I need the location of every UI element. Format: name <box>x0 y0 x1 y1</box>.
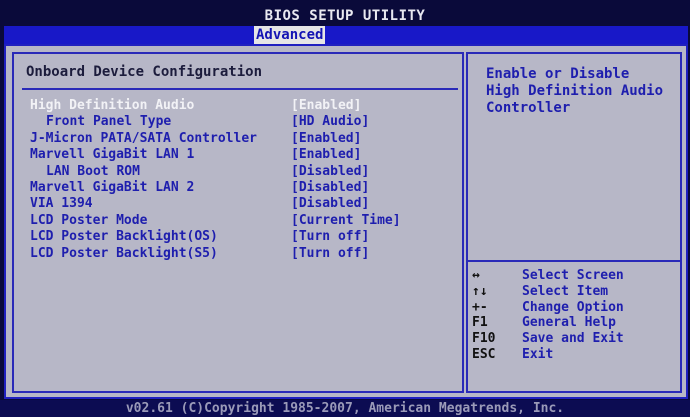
key-legend-item: ↑↓ Select Item <box>468 284 680 300</box>
setting-label: VIA 1394 <box>30 196 93 212</box>
setting-high-definition-audio[interactable]: High Definition Audio [Enabled] <box>14 98 462 114</box>
help-line: Controller <box>486 100 571 116</box>
key-label: F1 <box>472 315 488 331</box>
setting-value[interactable]: [Disabled] <box>291 164 369 180</box>
setting-front-panel-type[interactable]: Front Panel Type [HD Audio] <box>14 114 462 130</box>
setting-value[interactable]: [Current Time] <box>291 213 401 229</box>
help-text: Enable or Disable High Definition Audio … <box>486 66 676 117</box>
key-description: Save and Exit <box>522 331 624 347</box>
setting-lcd-poster-mode[interactable]: LCD Poster Mode [Current Time] <box>14 213 462 229</box>
tab-strip: Advanced <box>4 26 688 44</box>
key-legend-item: ↔ Select Screen <box>468 268 680 284</box>
key-description: General Help <box>522 315 616 331</box>
key-description: Select Item <box>522 283 609 299</box>
window-title: BIOS SETUP UTILITY <box>264 8 426 24</box>
setting-label: Front Panel Type <box>46 114 172 130</box>
key-legend-item: ESC Exit <box>468 347 680 363</box>
section-title: Onboard Device Configuration <box>26 64 263 80</box>
setting-lcd-backlight-os[interactable]: LCD Poster Backlight(OS) [Turn off] <box>14 229 462 245</box>
main-panel: Onboard Device Configuration High Defini… <box>4 44 688 399</box>
key-legend-item: F10 Save and Exit <box>468 331 680 347</box>
setting-lan-boot-rom[interactable]: LAN Boot ROM [Disabled] <box>14 164 462 180</box>
key-description: Select Screen <box>522 268 624 283</box>
setting-label: LCD Poster Mode <box>30 212 148 228</box>
key-description: Change Option <box>522 299 624 315</box>
key-label: F10 <box>472 331 496 347</box>
setting-jmicron-controller[interactable]: J-Micron PATA/SATA Controller [Enabled] <box>14 131 462 147</box>
key-legend-item: +- Change Option <box>468 300 680 316</box>
setting-label: Marvell GigaBit LAN 1 <box>30 147 195 163</box>
setting-label: LCD Poster Backlight(OS) <box>30 229 218 245</box>
arrows-left-right-icon: ↔ <box>472 268 480 283</box>
key-description: Exit <box>522 347 554 362</box>
help-line: High Definition Audio <box>486 83 664 99</box>
key-label: +- <box>472 299 488 315</box>
setting-value[interactable]: [Enabled] <box>291 98 361 114</box>
setting-value[interactable]: [Disabled] <box>291 196 369 212</box>
bios-screen: BIOS SETUP UTILITY Advanced Onboard Devi… <box>0 0 690 417</box>
setting-value[interactable]: [Turn off] <box>291 246 369 262</box>
setting-via-1394[interactable]: VIA 1394 [Disabled] <box>14 196 462 212</box>
arrows-up-down-icon: ↑↓ <box>472 283 488 299</box>
setting-lcd-backlight-s5[interactable]: LCD Poster Backlight(S5) [Turn off] <box>14 246 462 262</box>
help-line: Enable or Disable <box>486 66 630 82</box>
help-pane: Enable or Disable High Definition Audio … <box>466 52 682 393</box>
setting-label: LCD Poster Backlight(S5) <box>30 245 218 261</box>
copyright-footer: v02.61 (C)Copyright 1985-2007, American … <box>0 400 690 417</box>
setting-value[interactable]: [Enabled] <box>291 131 361 147</box>
setting-value[interactable]: [HD Audio] <box>291 114 369 130</box>
key-label: ESC <box>472 347 496 362</box>
setting-label: Marvell GigaBit LAN 2 <box>30 180 195 195</box>
settings-pane: Onboard Device Configuration High Defini… <box>12 52 464 393</box>
setting-value[interactable]: [Disabled] <box>291 180 369 196</box>
setting-label: LAN Boot ROM <box>46 163 140 179</box>
setting-value[interactable]: [Turn off] <box>291 229 369 245</box>
section-divider <box>22 88 458 90</box>
key-legend-item: F1 General Help <box>468 315 680 331</box>
setting-marvell-lan-1[interactable]: Marvell GigaBit LAN 1 [Enabled] <box>14 147 462 163</box>
setting-value[interactable]: [Enabled] <box>291 147 361 163</box>
setting-label: J-Micron PATA/SATA Controller <box>30 130 257 146</box>
setting-label: High Definition Audio <box>30 98 195 113</box>
tab-advanced[interactable]: Advanced <box>254 26 326 44</box>
setting-marvell-lan-2[interactable]: Marvell GigaBit LAN 2 [Disabled] <box>14 180 462 196</box>
help-divider <box>468 260 680 262</box>
